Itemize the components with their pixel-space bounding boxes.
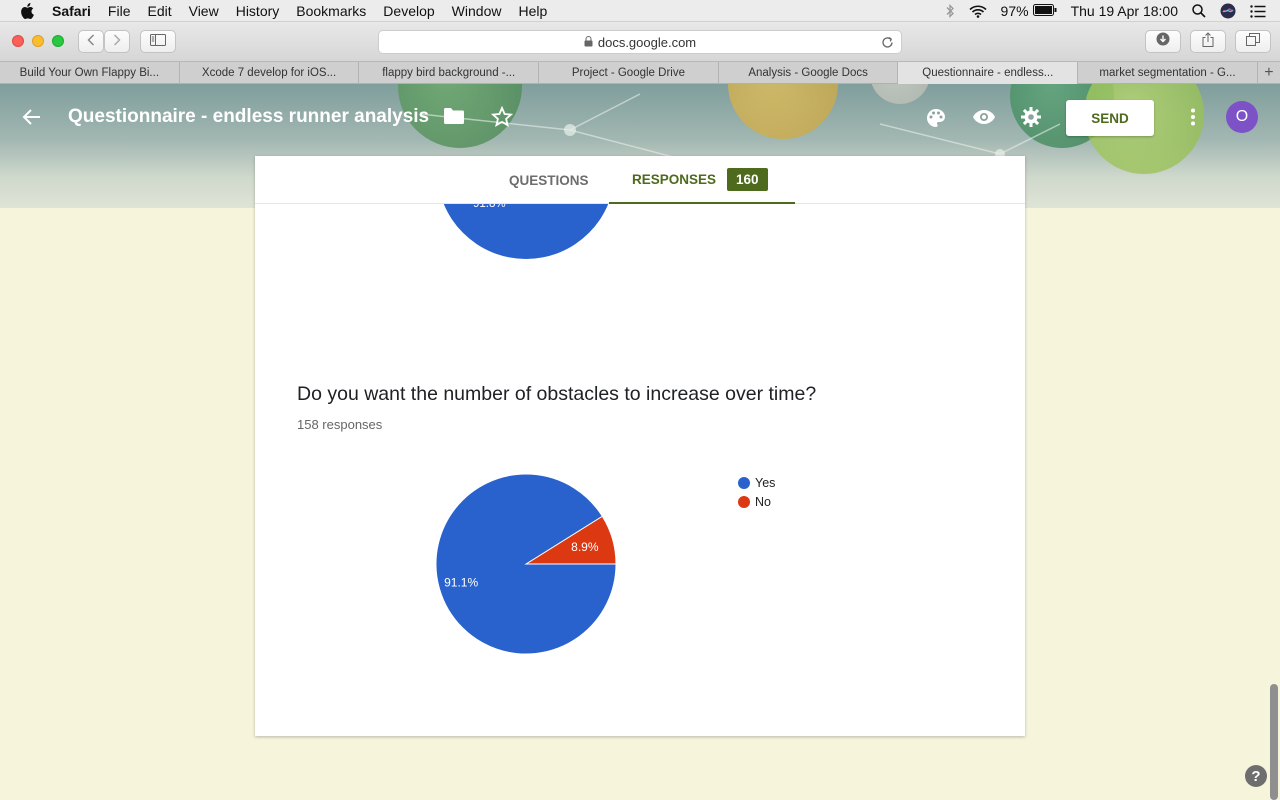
legend-swatch-no — [738, 495, 750, 508]
folder-icon[interactable] — [443, 107, 465, 125]
legend-label-no: No — [755, 494, 771, 509]
menu-bar: Safari File Edit View History Bookmarks … — [0, 0, 1280, 22]
reload-icon[interactable] — [881, 35, 894, 52]
legend-item-no[interactable]: No — [738, 492, 775, 511]
browser-tab[interactable]: flappy bird background -... — [359, 62, 540, 84]
tab-responses[interactable]: RESPONSES 160 — [609, 156, 795, 204]
back-button[interactable] — [78, 30, 104, 53]
menu-window[interactable]: Window — [452, 3, 502, 19]
chevron-right-icon — [113, 33, 121, 51]
response-count-badge: 160 — [727, 167, 768, 191]
tab-overview-button[interactable] — [1235, 30, 1271, 53]
tabs-icon — [1246, 32, 1260, 51]
notification-center-icon[interactable] — [1250, 4, 1266, 18]
browser-tab[interactable]: market segmentation - G... — [1078, 62, 1258, 84]
legend-item-yes[interactable]: Yes — [738, 473, 775, 492]
address-bar[interactable]: docs.google.com — [378, 30, 902, 54]
menu-bookmarks[interactable]: Bookmarks — [296, 3, 366, 19]
settings-gear-icon[interactable] — [1020, 106, 1042, 128]
lock-icon — [584, 35, 593, 50]
menu-help[interactable]: Help — [518, 3, 547, 19]
menu-app-safari[interactable]: Safari — [52, 3, 91, 19]
chart-legend: Yes No — [738, 473, 775, 511]
new-tab-button[interactable]: + — [1258, 62, 1280, 83]
browser-toolbar: docs.google.com — [0, 22, 1280, 62]
zoom-window-button[interactable] — [52, 35, 64, 47]
star-icon[interactable] — [491, 106, 513, 128]
chevron-left-icon — [87, 33, 95, 51]
back-arrow-icon[interactable] — [22, 107, 42, 127]
preview-eye-icon[interactable] — [972, 109, 996, 125]
pie-label-yes: 91.1% — [444, 576, 478, 590]
legend-swatch-yes — [738, 476, 750, 489]
battery-icon — [1032, 3, 1057, 19]
share-icon — [1202, 31, 1214, 52]
apple-icon[interactable] — [18, 2, 36, 20]
battery-status[interactable]: 97% — [1001, 3, 1057, 19]
share-button[interactable] — [1190, 30, 1226, 53]
forward-button[interactable] — [104, 30, 130, 53]
siri-icon[interactable] — [1220, 3, 1236, 19]
pie-chart: 8.9% 91.1% — [435, 473, 617, 655]
tab-responses-label: RESPONSES — [632, 171, 717, 187]
send-button[interactable]: SEND — [1066, 100, 1154, 136]
pie-slice-yes[interactable] — [435, 473, 617, 655]
browser-tab[interactable]: Build Your Own Flappy Bi... — [0, 62, 180, 84]
menu-view[interactable]: View — [189, 3, 219, 19]
downloads-button[interactable] — [1145, 30, 1181, 53]
more-options-icon[interactable] — [1190, 108, 1196, 126]
menu-history[interactable]: History — [236, 3, 280, 19]
close-window-button[interactable] — [12, 35, 24, 47]
sidebar-icon — [150, 33, 166, 51]
minimize-window-button[interactable] — [32, 35, 44, 47]
download-icon — [1156, 32, 1170, 51]
account-avatar[interactable]: O — [1226, 101, 1258, 133]
legend-label-yes: Yes — [755, 475, 776, 490]
sidebar-toggle-button[interactable] — [140, 30, 176, 53]
browser-tab[interactable]: Project - Google Drive — [539, 62, 719, 84]
clock[interactable]: Thu 19 Apr 18:00 — [1071, 3, 1178, 19]
menu-edit[interactable]: Edit — [147, 3, 171, 19]
form-title: Questionnaire - endless runner analysis — [68, 106, 430, 127]
browser-tab[interactable]: Analysis - Google Docs — [719, 62, 899, 84]
url-text: docs.google.com — [597, 34, 697, 50]
wifi-icon[interactable] — [968, 5, 987, 18]
tab-questions[interactable]: QUESTIONS — [509, 156, 589, 204]
menu-file[interactable]: File — [108, 3, 131, 19]
browser-tab[interactable]: Xcode 7 develop for iOS... — [180, 62, 360, 84]
form-tabs: QUESTIONS RESPONSES 160 — [255, 156, 1025, 204]
help-button[interactable]: ? — [1245, 765, 1267, 787]
pie-label-no: 8.9% — [571, 540, 599, 554]
palette-icon[interactable] — [925, 107, 947, 129]
menu-develop[interactable]: Develop — [383, 3, 434, 19]
bluetooth-icon[interactable] — [945, 4, 955, 18]
responses-card: QUESTIONS RESPONSES 160 91.8% Do you wan… — [255, 156, 1025, 736]
tab-bar: Build Your Own Flappy Bi... Xcode 7 deve… — [0, 62, 1280, 84]
spotlight-search-icon[interactable] — [1192, 4, 1206, 18]
page-scrollbar[interactable] — [1270, 684, 1278, 800]
battery-percent: 97% — [1000, 3, 1029, 19]
browser-tab-active[interactable]: Questionnaire - endless... — [898, 62, 1079, 84]
